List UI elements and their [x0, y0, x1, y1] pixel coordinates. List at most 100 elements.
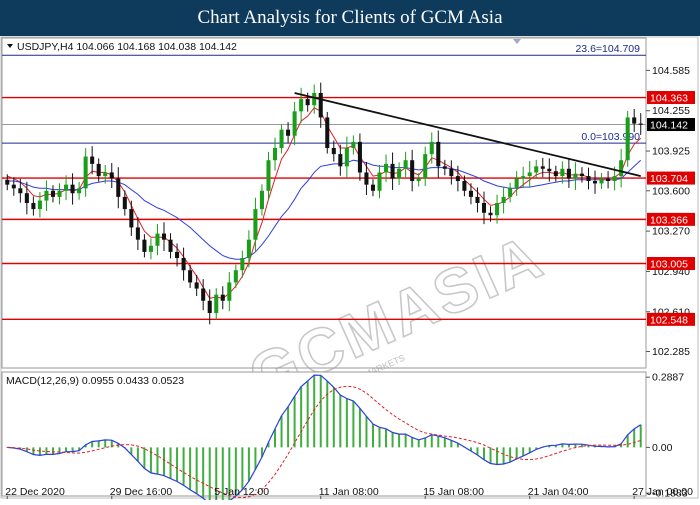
- candle-body: [175, 251, 180, 258]
- macd-histogram-bar: [319, 375, 322, 448]
- time-tick-label: 11 Jan 08:00: [319, 486, 379, 498]
- macd-histogram-bar: [483, 447, 485, 460]
- price-tick-label: 103.270: [652, 226, 690, 238]
- candle-body: [155, 233, 160, 246]
- candle-body: [338, 154, 343, 167]
- macd-tick-label: 0.00: [652, 442, 673, 454]
- symbol-header[interactable]: USDJPY,H4 104.066 104.168 104.038 104.14…: [7, 41, 237, 53]
- macd-histogram-bar: [182, 447, 185, 486]
- candle-body: [501, 196, 506, 203]
- candle-body: [233, 270, 238, 283]
- candle-body: [534, 166, 539, 173]
- macd-histogram-bar: [287, 406, 290, 448]
- fib-level-label: 0.0=103.990: [581, 131, 640, 143]
- macd-histogram-bar: [254, 447, 257, 470]
- candle-body: [625, 117, 630, 161]
- candle-body: [527, 172, 532, 177]
- candle-body: [253, 209, 258, 240]
- candle-body: [592, 181, 598, 184]
- candle-body: [462, 181, 467, 191]
- candle-body: [31, 203, 36, 210]
- macd-histogram-bar: [280, 415, 283, 448]
- page-title: Chart Analysis for Clients of GCM Asia: [0, 0, 700, 36]
- chart-canvas[interactable]: GCMASIA GLOBAL CAPITAL MARKETS 23.6=104.…: [0, 36, 700, 505]
- candle-body: [299, 99, 304, 112]
- macd-histogram-bar: [58, 447, 61, 454]
- candle-body: [57, 190, 62, 197]
- candle-body: [64, 184, 69, 191]
- candle-body: [351, 141, 356, 148]
- candle-body: [318, 93, 323, 118]
- candle-body: [24, 193, 29, 203]
- chart-window[interactable]: GCMASIA GLOBAL CAPITAL MARKETS 23.6=104.…: [0, 36, 700, 505]
- macd-histogram-bar: [450, 440, 453, 448]
- candle-body: [312, 93, 317, 106]
- candle-body: [50, 190, 56, 197]
- candle-body: [606, 178, 611, 181]
- macd-histogram-bar: [339, 394, 342, 448]
- candle-body: [560, 168, 565, 177]
- candle-body: [129, 209, 134, 228]
- candle-body: [188, 270, 193, 283]
- macd-histogram-bar: [136, 447, 139, 462]
- candle-body: [103, 172, 108, 177]
- candle-body: [370, 184, 376, 191]
- macd-label: MACD(12,26,9) 0.0955 0.0433 0.0523: [6, 375, 184, 387]
- candle-body: [514, 178, 519, 189]
- price-tick-label: 102.285: [652, 346, 690, 358]
- candle-body: [442, 166, 447, 169]
- candle-body: [573, 173, 578, 179]
- time-tick-label: 22 Dec 2020: [5, 486, 65, 498]
- macd-histogram-bar: [496, 447, 499, 465]
- price-tick-label: 103.925: [652, 146, 690, 158]
- macd-histogram-bar: [195, 447, 198, 494]
- macd-histogram-bar: [163, 447, 165, 476]
- macd-histogram-bar: [202, 447, 205, 499]
- candle-body: [547, 168, 552, 172]
- candle-body: [44, 190, 49, 201]
- macd-histogram-bar: [365, 416, 368, 448]
- candle-body: [586, 176, 591, 181]
- candle-body: [481, 203, 487, 213]
- candle-body: [142, 239, 147, 252]
- candle-body: [423, 154, 428, 179]
- candle-body: [488, 212, 493, 216]
- current-price-tag: 104.142: [647, 118, 695, 132]
- macd-histogram-bar: [300, 386, 303, 448]
- candle-body: [508, 188, 513, 197]
- macd-histogram-bar: [352, 400, 355, 448]
- candle-body: [181, 258, 186, 271]
- candle-body: [521, 176, 526, 179]
- macd-histogram-bar: [391, 432, 394, 448]
- macd-histogram-bar: [32, 447, 35, 455]
- candle-body: [240, 258, 245, 271]
- candle-body: [5, 179, 10, 185]
- candle-body: [201, 288, 206, 301]
- candle-body: [246, 239, 251, 258]
- macd-panel[interactable]: MACD(12,26,9) 0.0955 0.0433 0.0523 0.288…: [1, 371, 688, 505]
- macd-histogram-bar: [385, 428, 388, 448]
- candle-body: [148, 245, 153, 252]
- price-panel[interactable]: GCMASIA GLOBAL CAPITAL MARKETS 23.6=104.…: [1, 37, 695, 422]
- macd-histogram-bar: [371, 423, 374, 448]
- macd-histogram-bar: [417, 439, 420, 448]
- candle-body: [416, 178, 421, 181]
- level-price-tag-text: 104.363: [650, 93, 688, 105]
- candle-body: [77, 188, 82, 194]
- level-price-tag-text: 103.366: [650, 214, 688, 226]
- candle-body: [122, 196, 127, 210]
- candle-body: [377, 172, 382, 191]
- macd-histogram-bar: [247, 447, 250, 482]
- candle-body: [194, 282, 199, 289]
- candle-body: [292, 111, 297, 136]
- macd-histogram-bar: [156, 447, 159, 475]
- macd-histogram-bar: [208, 447, 211, 504]
- macd-histogram-bar: [509, 447, 512, 463]
- macd-histogram-bar: [489, 447, 492, 464]
- candle-body: [83, 156, 88, 189]
- macd-histogram-bar: [345, 398, 348, 448]
- macd-tick-label: 0.2887: [652, 372, 684, 384]
- macd-histogram-bar: [424, 438, 427, 448]
- candle-body: [279, 129, 284, 148]
- candle-body: [220, 294, 225, 301]
